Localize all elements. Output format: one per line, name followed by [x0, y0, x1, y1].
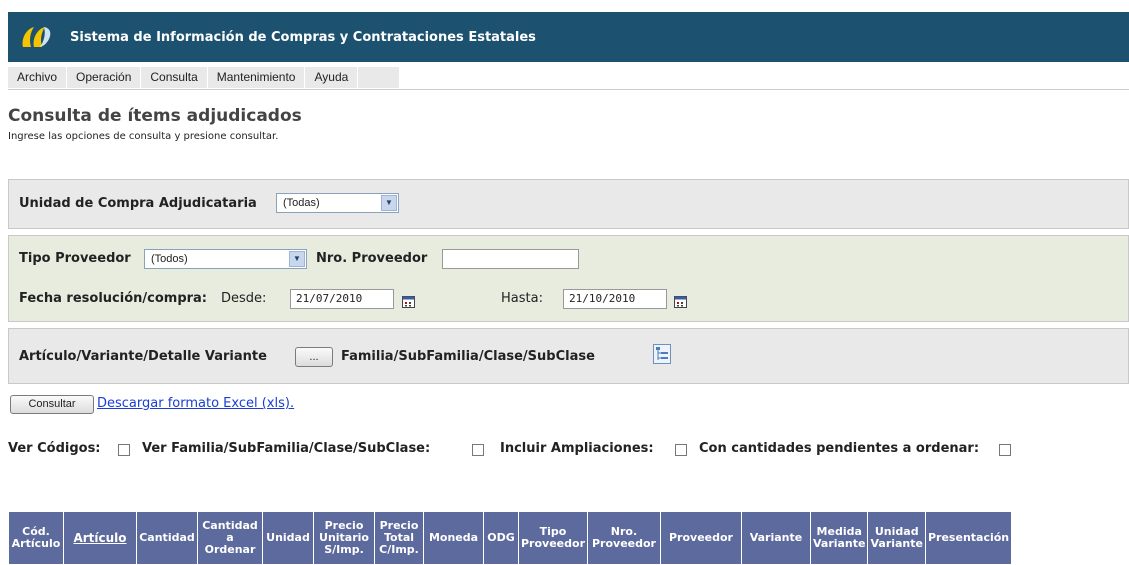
col-precio-unitario: Precio Unitario S/Imp. — [313, 511, 375, 565]
unidad-label: Unidad de Compra Adjudicataria — [19, 196, 257, 211]
calendar-icon[interactable] — [674, 293, 687, 308]
col-unidad-variante: Unidad Variante — [867, 511, 926, 565]
ver-codigos-label: Ver Códigos: — [8, 441, 101, 456]
pendientes-checkbox[interactable] — [999, 444, 1011, 456]
menu-ayuda[interactable]: Ayuda — [305, 67, 359, 88]
menu-bar: Archivo Operación Consulta Mantenimiento… — [8, 67, 1129, 90]
nro-proveedor-input[interactable] — [442, 249, 579, 269]
col-cantidad: Cantidad — [136, 511, 198, 565]
app-title: Sistema de Información de Compras y Cont… — [70, 29, 536, 45]
tipo-proveedor-label: Tipo Proveedor — [19, 251, 131, 266]
tipo-proveedor-value: (Todos) — [151, 253, 188, 265]
col-articulo[interactable]: Artículo — [63, 511, 137, 565]
proveedor-panel: Tipo Proveedor (Todos) ▼ Nro. Proveedor … — [8, 235, 1129, 322]
col-articulo-label[interactable]: Artículo — [73, 531, 126, 545]
consultar-button[interactable]: Consultar — [10, 395, 94, 414]
col-variante: Variante — [740, 511, 811, 565]
hasta-input[interactable]: 21/10/2010 — [563, 289, 667, 309]
col-tipo-proveedor: Tipo Proveedor — [518, 511, 588, 565]
fecha-label: Fecha resolución/compra: — [19, 291, 208, 306]
nro-proveedor-label: Nro. Proveedor — [316, 251, 428, 266]
descargar-excel-link[interactable]: Descargar formato Excel (xls). — [97, 396, 294, 411]
menu-archivo[interactable]: Archivo — [8, 67, 68, 88]
ver-familia-label: Ver Familia/SubFamilia/Clase/SubClase: — [142, 441, 431, 456]
col-medida-variante: Medida Variante — [809, 511, 869, 565]
unidad-select-value: (Todas) — [283, 197, 320, 209]
chevron-down-icon: ▼ — [289, 251, 305, 267]
col-presentacion: Presentación — [924, 511, 1013, 565]
ver-familia-checkbox[interactable] — [472, 444, 484, 456]
app-header: Sistema de Información de Compras y Cont… — [8, 12, 1129, 62]
familia-tree-icon[interactable] — [653, 344, 671, 364]
results-table: Cód. Artículo Artículo Cantidad Cantidad… — [8, 511, 1013, 565]
incluir-ampliaciones-label: Incluir Ampliaciones: — [500, 441, 654, 456]
chevron-down-icon: ▼ — [381, 195, 397, 211]
ver-codigos-checkbox[interactable] — [118, 444, 130, 456]
app-logo-icon — [20, 25, 54, 49]
menu-mantenimiento[interactable]: Mantenimiento — [208, 67, 306, 88]
col-precio-total: Precio Total C/Imp. — [374, 511, 424, 565]
col-nro-proveedor: Nro. Proveedor — [586, 511, 661, 565]
unidad-panel: Unidad de Compra Adjudicataria (Todas) ▼ — [8, 179, 1129, 229]
col-cantidad-ordenar: Cantidad a Ordenar — [197, 511, 263, 565]
pendientes-label: Con cantidades pendientes a ordenar: — [699, 441, 980, 456]
table-header-row: Cód. Artículo Artículo Cantidad Cantidad… — [8, 511, 1013, 565]
articulo-browse-button[interactable]: ... — [295, 347, 333, 367]
hasta-label: Hasta: — [501, 291, 543, 306]
col-cod-articulo: Cód. Artículo — [8, 511, 64, 565]
page-subtitle: Ingrese las opciones de consulta y presi… — [8, 131, 279, 142]
tipo-proveedor-select[interactable]: (Todos) ▼ — [144, 249, 307, 269]
familia-label: Familia/SubFamilia/Clase/SubClase — [341, 349, 595, 364]
desde-input[interactable]: 21/07/2010 — [290, 289, 394, 309]
page-title: Consulta de ítems adjudicados — [8, 106, 302, 126]
col-proveedor: Proveedor — [659, 511, 742, 565]
articulo-panel: Artículo/Variante/Detalle Variante ... F… — [8, 328, 1129, 384]
unidad-select[interactable]: (Todas) ▼ — [276, 193, 399, 213]
col-unidad: Unidad — [262, 511, 314, 565]
incluir-ampliaciones-checkbox[interactable] — [675, 444, 687, 456]
col-odg: ODG — [483, 511, 519, 565]
calendar-icon[interactable] — [402, 293, 415, 308]
desde-label: Desde: — [221, 291, 267, 306]
articulo-label: Artículo/Variante/Detalle Variante — [19, 349, 267, 364]
menu-consulta[interactable]: Consulta — [141, 67, 208, 88]
col-moneda: Moneda — [423, 511, 484, 565]
menu-operacion[interactable]: Operación — [67, 67, 142, 88]
